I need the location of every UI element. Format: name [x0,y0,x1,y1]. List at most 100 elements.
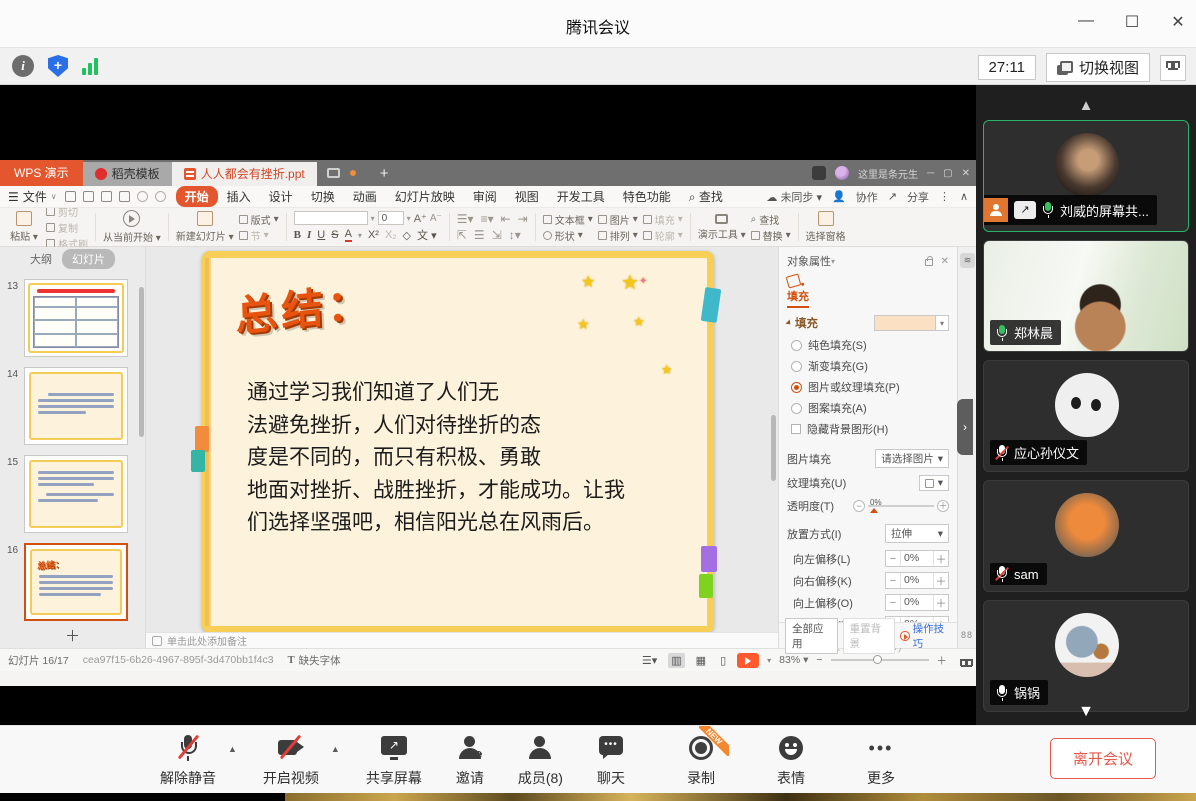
pin-icon[interactable] [925,259,933,266]
normal-view-icon[interactable]: ▥ [668,653,684,668]
projection-icon[interactable] [327,168,340,178]
editor-scrollbar[interactable] [771,415,776,481]
properties-toggle-icon[interactable]: ≋ [960,253,975,268]
cloud-sync-status[interactable]: ☁ 未同步 ▾ [766,189,822,205]
menu-find[interactable]: ⌕ 查找 [680,186,732,207]
file-menu[interactable]: ☰ 文件 ∨ [8,188,57,205]
thumbnail-scrollbar[interactable] [139,287,144,437]
mic-options-chevron[interactable]: ▲ [228,744,237,754]
indent-increase-icon[interactable]: ⇥ [518,212,528,226]
underline-button[interactable]: U [317,229,325,241]
font-size-input[interactable]: 0 [378,211,404,225]
text-effect-button[interactable]: 文 ▾ [417,227,437,243]
highlight-button[interactable]: ◇ [403,229,411,242]
preview-icon[interactable] [119,191,130,202]
replace-button[interactable]: 替换 ▾ [751,228,791,243]
numbered-list-icon[interactable]: ≡▾ [481,212,494,226]
wps-store-tab[interactable]: 稻壳模板 [83,162,172,186]
participant-tile[interactable]: sam [983,480,1189,592]
new-slide-button[interactable]: 新建幻灯片 ▾ [176,211,234,243]
align-center-icon[interactable]: ☰ [474,228,485,242]
share-label[interactable]: 分享 [907,189,929,205]
close-icon[interactable]: ✕ [1168,12,1188,32]
fullscreen-button[interactable] [1160,55,1186,81]
zoom-out-icon[interactable]: − [816,654,822,666]
scroll-down-arrow[interactable]: ▼ [976,703,1196,721]
option-hide-background[interactable]: 隐藏背景图形(H) [791,421,949,437]
option-picture-fill[interactable]: 图片或纹理填充(P) [791,379,949,395]
paste-button[interactable]: 粘贴 ▾ [7,211,41,243]
new-tab-button[interactable]: + [380,165,389,182]
participant-tile[interactable]: 应心孙仪文 [983,360,1189,472]
more-button[interactable]: ••• 更多 [867,734,895,788]
window-switch-icon[interactable] [812,166,826,180]
fill-button[interactable]: 填充 ▾ [643,212,683,227]
participant-tile[interactable]: 锅锅 [983,600,1189,712]
menu-features[interactable]: 特色功能 [614,186,680,207]
network-signal-icon[interactable] [82,57,98,75]
slide-thumb-14[interactable]: 14 [24,367,137,445]
present-tools-button[interactable]: 演示工具 ▾ [698,214,746,241]
menu-animation[interactable]: 动画 [344,186,386,207]
slider-minus-icon[interactable]: − [853,500,865,512]
fill-color-picker[interactable]: ▾ [874,315,949,331]
font-name-input[interactable] [294,211,368,225]
reading-view-icon[interactable]: ▯ [717,653,729,668]
account-avatar[interactable] [835,166,849,180]
bold-button[interactable]: B [294,229,301,241]
share-button[interactable]: ↗ [888,190,897,203]
section-button[interactable]: 节 ▾ [239,228,279,243]
emoji-button[interactable]: 表情 [777,734,805,788]
add-slide-button[interactable]: ＋ [0,625,145,646]
menu-review[interactable]: 审阅 [464,186,506,207]
italic-button[interactable]: I [307,229,311,241]
panel-close-icon[interactable]: ✕ [941,256,949,267]
transparency-slider[interactable]: − 0% ＋ [853,500,949,512]
subscript-button[interactable]: X₂ [385,229,397,241]
participant-tile-video[interactable]: 郑林晨 [983,240,1189,352]
print-icon[interactable] [101,191,112,202]
unmute-button[interactable]: 解除静音 [160,734,216,788]
selection-pane-button[interactable]: 选择窗格 [806,211,846,243]
start-video-button[interactable]: 开启视频 [263,734,319,788]
picture-button[interactable]: 图片 ▾ [598,212,638,227]
play-from-current-button[interactable]: 从当前开始 ▾ [103,210,161,244]
wps-document-tab[interactable]: 人人都会有挫折.ppt [172,162,317,186]
video-options-chevron[interactable]: ▲ [331,744,340,754]
bullet-list-icon[interactable]: ☰▾ [457,212,474,226]
members-button[interactable]: 成员(8) [518,734,563,788]
indent-decrease-icon[interactable]: ⇤ [501,212,511,226]
arrange-button[interactable]: 排列 ▾ [598,228,638,243]
account-name[interactable]: 这里是条元生 [858,166,918,181]
line-spacing-icon[interactable]: ↕▾ [509,228,521,242]
layout-button[interactable]: 版式 ▾ [239,212,279,227]
strikethrough-button[interactable]: S [331,229,338,241]
find-button[interactable]: ⌕查找 [751,212,791,227]
texture-dropdown[interactable]: ▾ [919,475,949,491]
tab-slides[interactable]: 幻灯片 [62,249,115,269]
zoom-knob[interactable] [873,655,882,664]
offset-up-stepper[interactable]: −0%＋ [885,594,949,611]
collapse-triangle-icon[interactable] [785,319,792,326]
panel-collapse-handle[interactable]: › [957,399,973,455]
leave-meeting-button[interactable]: 离开会议 [1050,738,1156,779]
wps-minimize-icon[interactable]: ─ [927,168,934,179]
superscript-button[interactable]: X² [368,229,379,241]
align-left-icon[interactable]: ⇱ [457,228,467,242]
fill-tab[interactable]: 填充 [787,275,949,308]
apply-all-button[interactable]: 全部应用 [785,618,838,654]
notes-bar[interactable]: 单击此处添加备注 [146,632,778,648]
placement-dropdown[interactable]: 拉伸 ▾ [885,524,949,543]
cooperate-label[interactable]: 协作 [856,189,878,205]
tab-outline[interactable]: 大纲 [30,251,52,267]
invite-button[interactable]: ＋ 邀请 [456,734,484,788]
wps-app-tab[interactable]: WPS 演示 [0,160,83,186]
menu-devtools[interactable]: 开发工具 [548,186,614,207]
copy-button[interactable]: 复制 [46,220,88,235]
cooperate-button[interactable]: 👤 [832,190,846,203]
chat-button[interactable]: 聊天 [597,734,625,788]
option-pattern-fill[interactable]: 图案填充(A) [791,400,949,416]
menu-slideshow[interactable]: 幻灯片放映 [386,186,464,207]
slide-thumb-15[interactable]: 15 [24,455,137,533]
minimize-icon[interactable]: — [1076,12,1096,32]
